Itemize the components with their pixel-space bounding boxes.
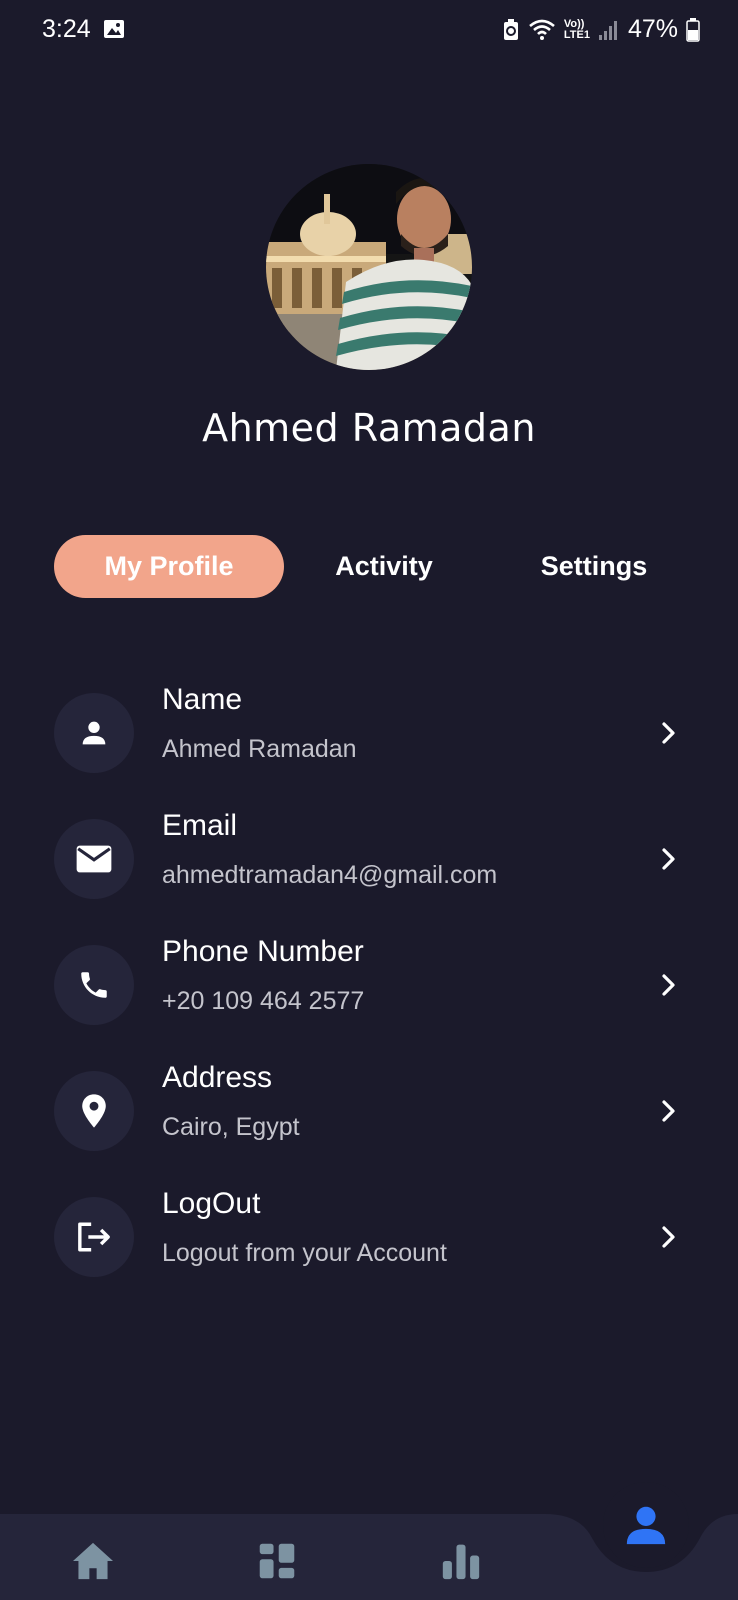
item-icon-circle bbox=[54, 1071, 134, 1151]
gallery-notification-icon bbox=[104, 20, 124, 38]
nav-profile[interactable] bbox=[603, 1482, 689, 1568]
profile-name: Ahmed Ramadan bbox=[202, 406, 536, 450]
item-subtitle: Logout from your Account bbox=[162, 1239, 447, 1267]
logout-icon bbox=[78, 1222, 110, 1252]
wifi-icon bbox=[529, 19, 555, 40]
chevron-right-icon bbox=[654, 715, 684, 751]
status-indicators: Vo)) LTE1 47% bbox=[502, 15, 700, 44]
avatar-photo bbox=[266, 164, 472, 370]
chevron-right-icon bbox=[654, 841, 684, 877]
item-subtitle: Ahmed Ramadan bbox=[162, 735, 357, 763]
item-subtitle: Cairo, Egypt bbox=[162, 1113, 300, 1141]
nav-dashboard[interactable] bbox=[254, 1538, 300, 1584]
tab-activity[interactable]: Activity bbox=[320, 535, 448, 598]
profile-tabs: My Profile Activity Settings bbox=[54, 535, 704, 598]
item-title: Name bbox=[162, 683, 243, 716]
list-item-name[interactable]: Name Ahmed Ramadan bbox=[54, 683, 684, 783]
tab-settings[interactable]: Settings bbox=[504, 535, 684, 598]
list-item-phone[interactable]: Phone Number +20 109 464 2577 bbox=[54, 935, 684, 1035]
item-icon-circle bbox=[54, 945, 134, 1025]
item-icon-circle bbox=[54, 819, 134, 899]
nav-home[interactable] bbox=[70, 1538, 116, 1584]
signal-icon bbox=[598, 20, 617, 40]
profile-icon bbox=[626, 1506, 666, 1545]
person-icon bbox=[82, 721, 106, 745]
item-title: Email bbox=[162, 809, 238, 842]
bar-chart-icon bbox=[442, 1544, 480, 1580]
list-item-email[interactable]: Email ahmedtramadan4@gmail.com bbox=[54, 809, 684, 909]
nav-stats[interactable] bbox=[438, 1538, 484, 1584]
item-title: Phone Number bbox=[162, 935, 364, 968]
tab-my-profile[interactable]: My Profile bbox=[54, 535, 284, 598]
phone-icon bbox=[81, 972, 107, 998]
status-bar: 3:24 Vo)) LTE1 47% bbox=[0, 0, 738, 62]
home-icon bbox=[73, 1542, 113, 1580]
list-item-logout[interactable]: LogOut Logout from your Account bbox=[54, 1187, 684, 1287]
list-item-address[interactable]: Address Cairo, Egypt bbox=[54, 1061, 684, 1161]
dashboard-icon bbox=[259, 1543, 295, 1579]
item-icon-circle bbox=[54, 1197, 134, 1277]
item-subtitle: +20 109 464 2577 bbox=[162, 987, 365, 1015]
mail-icon bbox=[76, 845, 112, 873]
avatar[interactable] bbox=[266, 164, 472, 370]
volte-indicator: Vo)) LTE1 bbox=[563, 17, 590, 41]
status-time: 3:24 bbox=[42, 15, 91, 43]
location-pin-icon bbox=[82, 1094, 106, 1128]
item-subtitle: ahmedtramadan4@gmail.com bbox=[162, 861, 498, 889]
item-icon-circle bbox=[54, 693, 134, 773]
chevron-right-icon bbox=[654, 1093, 684, 1129]
item-title: LogOut bbox=[162, 1187, 261, 1220]
chevron-right-icon bbox=[654, 1219, 684, 1255]
chevron-right-icon bbox=[654, 967, 684, 1003]
item-title: Address bbox=[162, 1061, 273, 1094]
battery-percent: 47% bbox=[627, 15, 678, 43]
battery-icon bbox=[686, 17, 700, 42]
battery-saver-icon bbox=[503, 18, 518, 40]
